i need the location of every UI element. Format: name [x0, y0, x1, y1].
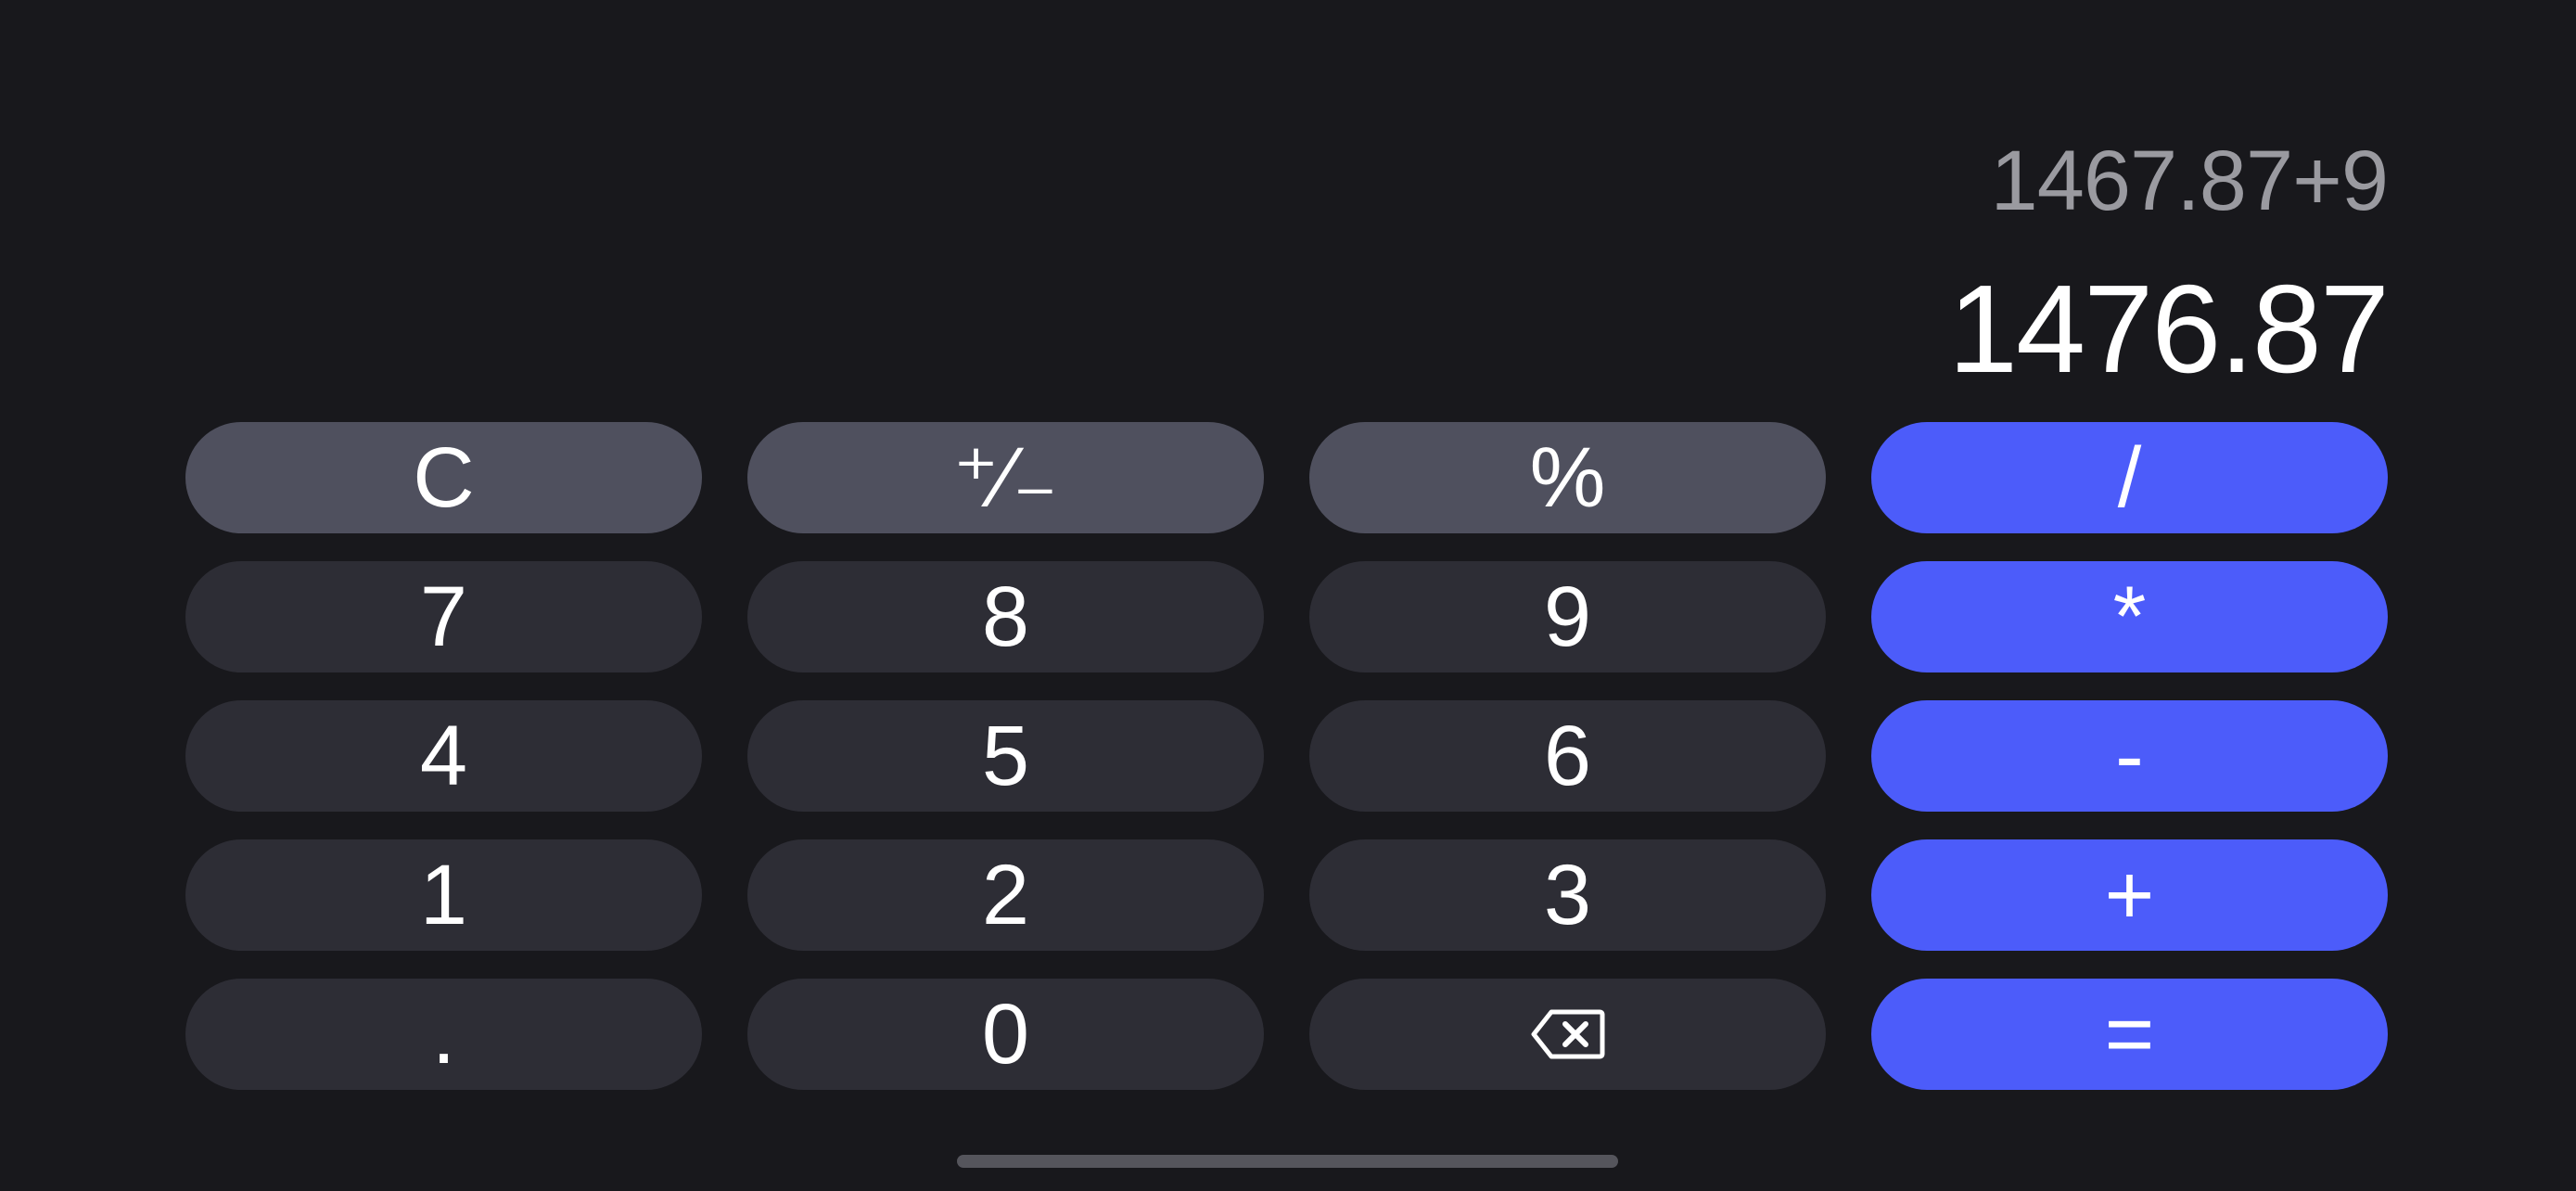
- add-button[interactable]: +: [1871, 839, 2388, 951]
- digit-8-button[interactable]: 8: [747, 561, 1264, 672]
- digit-0-button[interactable]: 0: [747, 979, 1264, 1090]
- equals-button[interactable]: =: [1871, 979, 2388, 1090]
- decimal-point-button[interactable]: .: [185, 979, 702, 1090]
- keypad: C ⁺∕₋ % / 7 8 9 * 4 5 6 - 1 2 3 + . 0 =: [185, 422, 2388, 1090]
- multiply-button[interactable]: *: [1871, 561, 2388, 672]
- percent-button[interactable]: %: [1309, 422, 1826, 533]
- digit-5-button[interactable]: 5: [747, 700, 1264, 812]
- digit-1-button[interactable]: 1: [185, 839, 702, 951]
- home-indicator[interactable]: [957, 1155, 1618, 1168]
- digit-2-button[interactable]: 2: [747, 839, 1264, 951]
- digit-9-button[interactable]: 9: [1309, 561, 1826, 672]
- expression-text: 1467.87+9: [1990, 134, 2389, 228]
- digit-6-button[interactable]: 6: [1309, 700, 1826, 812]
- digit-3-button[interactable]: 3: [1309, 839, 1826, 951]
- backspace-button[interactable]: [1309, 979, 1826, 1090]
- digit-4-button[interactable]: 4: [185, 700, 702, 812]
- divide-button[interactable]: /: [1871, 422, 2388, 533]
- backspace-icon: [1531, 1009, 1604, 1059]
- calculator-display: 1467.87+9 1476.87: [185, 130, 2390, 399]
- digit-7-button[interactable]: 7: [185, 561, 702, 672]
- clear-button[interactable]: C: [185, 422, 702, 533]
- subtract-button[interactable]: -: [1871, 700, 2388, 812]
- toggle-sign-button[interactable]: ⁺∕₋: [747, 422, 1264, 533]
- result-text: 1476.87: [1948, 259, 2390, 399]
